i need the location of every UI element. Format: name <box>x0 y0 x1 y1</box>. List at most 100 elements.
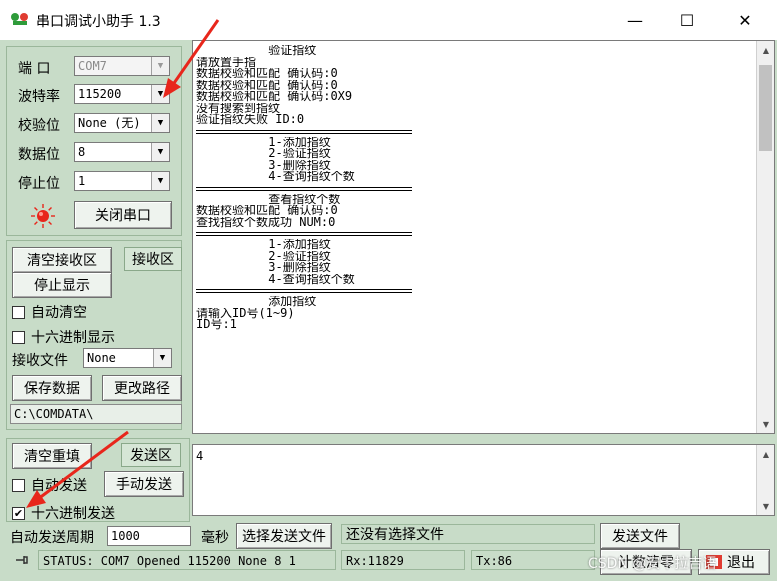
baud-select[interactable]: 115200 ▼ <box>74 84 170 104</box>
auto-clear-label: 自动清空 <box>31 305 87 321</box>
status-text: STATUS: COM7 Opened 115200 None 8 1 <box>38 550 336 570</box>
send-value: 4 <box>196 449 204 463</box>
period-label: 自动发送周期 <box>10 530 94 546</box>
separator-line <box>196 186 412 191</box>
receive-line: 添加指纹 <box>196 296 317 308</box>
receive-line: 查找指纹个数成功 NUM:0 <box>196 216 336 228</box>
chevron-down-icon[interactable]: ▼ <box>151 172 169 190</box>
auto-send-label: 自动发送 <box>31 478 87 494</box>
receive-line: 3-删除指纹 <box>196 159 331 171</box>
hex-send-checkbox[interactable]: ✔ 十六进制发送 <box>12 503 115 523</box>
minimize-button[interactable]: — <box>612 6 658 34</box>
receive-line: 验证指纹失败 ID:0 <box>196 114 305 126</box>
stopbits-value: 1 <box>78 174 86 188</box>
clear-send-button[interactable]: 清空重填 <box>12 443 92 469</box>
scroll-down-icon[interactable]: ▼ <box>757 497 775 515</box>
send-input-area[interactable]: 4 ▲ ▼ <box>192 444 775 516</box>
choose-file-button[interactable]: 选择发送文件 <box>236 523 332 549</box>
checkbox-box[interactable] <box>12 330 25 344</box>
receive-line: 数据校验和匹配 确认码:0X9 <box>196 91 353 103</box>
auto-clear-checkbox[interactable]: 自动清空 <box>12 302 87 322</box>
receive-line: 查看指纹个数 <box>196 193 341 205</box>
parity-value: None (无) <box>78 116 141 130</box>
port-status-indicator-icon <box>31 204 55 228</box>
watermark: CSDN @安卡拉吉语 <box>588 556 717 572</box>
receive-area[interactable]: 验证指纹 请放置手指 数据校验和匹配 确认码:0 数据校验和匹配 确认码:0 数据校验和… <box>192 40 775 434</box>
period-input[interactable]: 1000 <box>107 526 191 546</box>
save-data-button[interactable]: 保存数据 <box>12 375 92 401</box>
chevron-down-icon[interactable]: ▼ <box>153 349 171 367</box>
receive-line: 请放置手指 <box>196 56 257 68</box>
receive-line: 数据校验和匹配 确认码:0 <box>196 68 338 80</box>
receive-line: 4-查询指纹个数 <box>196 171 355 183</box>
hex-send-label: 十六进制发送 <box>31 506 115 522</box>
chevron-down-icon[interactable]: ▼ <box>151 114 169 132</box>
maximize-button[interactable]: ☐ <box>664 6 710 34</box>
receive-line: 没有搜索到指纹 <box>196 102 281 114</box>
recv-file-label: 接收文件 <box>12 353 68 369</box>
close-port-button[interactable]: 关闭串口 <box>74 201 172 229</box>
pin-icon[interactable] <box>14 553 30 567</box>
window-title: 串口调试小助手 1.3 <box>36 14 161 30</box>
receive-line: 4-查询指纹个数 <box>196 273 355 285</box>
databits-value: 8 <box>78 145 86 159</box>
hex-display-checkbox[interactable]: 十六进制显示 <box>12 327 115 347</box>
receive-line: 2-验证指纹 <box>196 148 331 160</box>
receive-line: 验证指纹 <box>196 45 317 57</box>
app-logo-icon <box>11 13 28 25</box>
title-bar[interactable]: 串口调试小助手 1.3 — ☐ ✕ <box>0 0 777 40</box>
scroll-up-icon[interactable]: ▲ <box>757 445 775 463</box>
rx-counter: Rx:11829 <box>341 550 465 570</box>
checkbox-box[interactable] <box>12 478 25 492</box>
receive-line: 2-验证指纹 <box>196 250 331 262</box>
receive-line: 数据校验和匹配 确认码:0 <box>196 79 338 91</box>
separator-line <box>196 289 412 293</box>
separator-line <box>196 129 412 134</box>
receive-area-tag: 接收区 <box>124 247 182 271</box>
chevron-down-icon[interactable]: ▼ <box>151 85 169 103</box>
save-path-field: C:\COMDATA\ <box>10 404 182 424</box>
scroll-thumb[interactable] <box>759 65 772 151</box>
checkbox-box[interactable]: ✔ <box>12 506 25 520</box>
parity-select[interactable]: None (无) ▼ <box>74 113 170 133</box>
send-scrollbar[interactable]: ▲ ▼ <box>756 445 774 515</box>
baud-label: 波特率 <box>18 89 60 105</box>
receive-line: 数据校验和匹配 确认码:0 <box>196 205 338 217</box>
auto-send-checkbox[interactable]: 自动发送 <box>12 475 87 495</box>
receive-line: 请输入ID号(1~9) <box>196 307 295 319</box>
parity-label: 校验位 <box>18 118 60 134</box>
databits-label: 数据位 <box>18 147 60 163</box>
clear-receive-button[interactable]: 清空接收区 <box>12 247 112 273</box>
checkbox-box[interactable] <box>12 305 25 319</box>
receive-text: 验证指纹 请放置手指 数据校验和匹配 确认码:0 数据校验和匹配 确认码:0 数据校验和… <box>196 45 751 331</box>
scroll-up-icon[interactable]: ▲ <box>757 41 774 59</box>
receive-line: 1-添加指纹 <box>196 239 331 251</box>
chevron-down-icon[interactable]: ▼ <box>151 143 169 161</box>
recv-file-select[interactable]: None ▼ <box>83 348 172 368</box>
scroll-down-icon[interactable]: ▼ <box>757 415 774 433</box>
receive-scrollbar[interactable]: ▲ ▼ <box>756 41 774 433</box>
send-area-tag: 发送区 <box>121 443 181 467</box>
port-label: 端 口 <box>18 61 51 77</box>
ms-label: 毫秒 <box>201 530 229 546</box>
file-status: 还没有选择文件 <box>341 524 595 544</box>
receive-line: 1-添加指纹 <box>196 136 331 148</box>
port-value: COM7 <box>78 59 107 73</box>
baud-value: 115200 <box>78 87 122 101</box>
stopbits-label: 停止位 <box>18 176 60 192</box>
separator-line <box>196 232 412 236</box>
exit-label: 退出 <box>727 555 755 571</box>
send-file-button[interactable]: 发送文件 <box>600 523 680 549</box>
port-select[interactable]: COM7 ▼ <box>74 56 170 76</box>
databits-select[interactable]: 8 ▼ <box>74 142 170 162</box>
chevron-down-icon[interactable]: ▼ <box>151 57 169 75</box>
receive-line: ID号:1 <box>196 319 237 331</box>
stop-display-button[interactable]: 停止显示 <box>12 272 112 298</box>
manual-send-button[interactable]: 手动发送 <box>104 471 184 497</box>
change-path-button[interactable]: 更改路径 <box>102 375 182 401</box>
stopbits-select[interactable]: 1 ▼ <box>74 171 170 191</box>
close-button[interactable]: ✕ <box>722 6 768 34</box>
receive-line: 3-删除指纹 <box>196 262 331 274</box>
tx-counter: Tx:86 <box>471 550 595 570</box>
hex-display-label: 十六进制显示 <box>31 330 115 346</box>
